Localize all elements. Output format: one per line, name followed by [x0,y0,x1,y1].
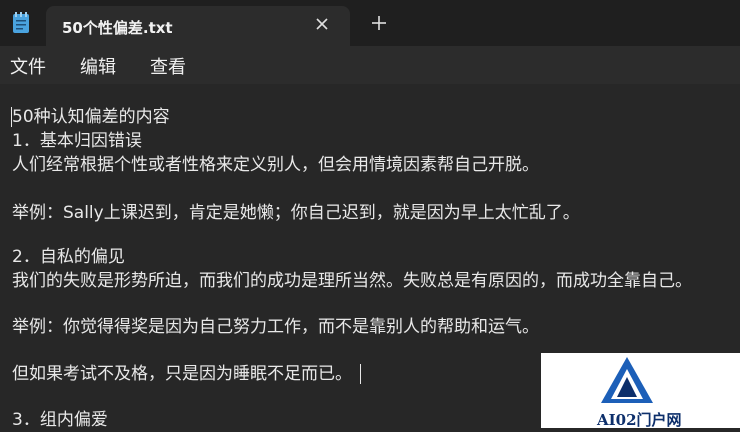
text-line: 50种认知偏差的内容 [12,107,170,127]
text-line: 举例：你觉得得奖是因为自己努力工作，而不是靠别人的帮助和运气。 [12,317,539,337]
tab-title: 50个性偏差.txt [62,19,173,37]
tab-bar: 50个性偏差.txt [0,0,740,46]
tab-file[interactable]: 50个性偏差.txt [46,6,350,46]
text-line: 但如果考试不及格，只是因为睡眠不足而已。 [12,364,352,384]
text-line: 我们的失败是形势所迫，而我们的成功是理所当然。失败总是有原因的，而成功全靠自己。 [12,271,692,291]
menu-edit[interactable]: 编辑 [80,53,116,79]
text-line: 2．自私的偏见 [12,247,125,267]
text-line: 1．基本归因错误 [12,131,142,151]
text-caret [360,364,361,384]
text-line: 举例：Sally上课迟到，肯定是她懒；你自己迟到，就是因为早上太忙乱了。 [12,203,580,223]
menu-file[interactable]: 文件 [10,53,46,79]
watermark-text: AI02门户网 [597,411,682,429]
watermark-triangle-icon [601,357,653,403]
text-line: 3．组内偏爱 [12,410,108,430]
text-line: 人们经常根据个性或者性格来定义别人，但会用情境因素帮自己开脱。 [12,155,539,175]
close-icon[interactable] [312,14,332,34]
menu-bar: 文件 编辑 查看 [0,46,740,84]
menu-view[interactable]: 查看 [150,53,186,79]
new-tab-plus-icon[interactable] [368,12,390,34]
text-line-with-caret: 但如果考试不及格，只是因为睡眠不足而已。 [12,362,361,386]
notepad-icon [13,12,29,33]
watermark-logo: AI02门户网 [541,353,740,429]
